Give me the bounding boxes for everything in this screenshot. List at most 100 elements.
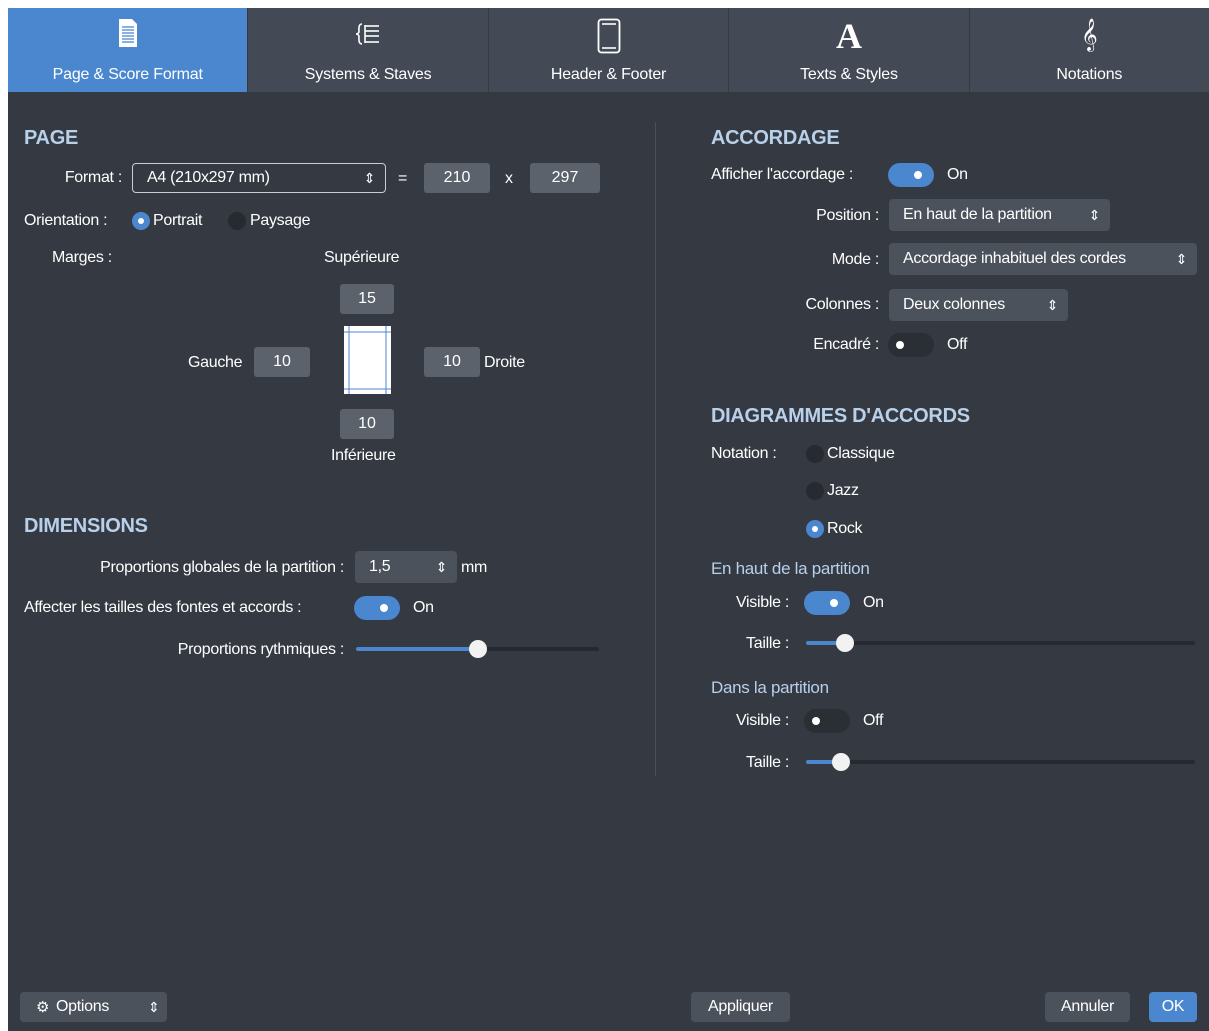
gear-icon: ⚙: [36, 998, 50, 1016]
margins-label: Marges :: [52, 249, 112, 266]
section-title-dimensions: DIMENSIONS: [24, 515, 148, 537]
frame-state: Off: [947, 336, 968, 353]
apply-button[interactable]: Appliquer: [691, 992, 790, 1022]
section-title-page: PAGE: [24, 127, 78, 149]
frame-label: Encadré :: [813, 336, 879, 353]
margin-top-label: Supérieure: [324, 249, 400, 266]
slider-knob[interactable]: [836, 634, 854, 652]
top-size-label: Taille :: [746, 635, 789, 652]
top-visible-state: On: [863, 594, 884, 611]
tab-label: Notations: [1056, 66, 1123, 83]
notation-rock-radio[interactable]: [806, 520, 824, 538]
columns-select[interactable]: Deux colonnes ⇕: [889, 289, 1068, 321]
chevron-updown-icon: ⇕: [435, 559, 448, 575]
tab-texts-styles[interactable]: A Texts & Styles: [729, 8, 970, 92]
page-icon: [118, 18, 138, 53]
tab-label: Systems & Staves: [304, 66, 432, 83]
chevron-updown-icon: ⇕: [363, 170, 376, 186]
notation-label: Notation :: [711, 445, 777, 462]
subsection-top-of-score: En haut de la partition: [711, 559, 870, 578]
section-title-chord-diagrams: DIAGRAMMES D'ACCORDS: [711, 405, 970, 427]
margin-left-field[interactable]: 10: [254, 347, 310, 377]
score-format-dialog: Page & Score Format Systems & Staves Hea…: [8, 8, 1209, 1031]
subsection-in-score: Dans la partition: [711, 678, 829, 697]
treble-clef-icon: 𝄞: [1081, 18, 1098, 51]
notation-jazz-label: Jazz: [827, 482, 859, 499]
top-size-slider[interactable]: [806, 634, 1195, 652]
tab-label: Page & Score Format: [52, 66, 203, 83]
scale-unit: mm: [461, 559, 488, 576]
margin-top-field[interactable]: 15: [340, 284, 394, 314]
columns-value: Deux colonnes: [903, 296, 1005, 313]
rhythm-label: Proportions rythmiques :: [177, 641, 345, 658]
orientation-portrait-radio[interactable]: [132, 212, 150, 230]
chevron-updown-icon: ⇕: [1046, 297, 1059, 313]
tab-page-score-format[interactable]: Page & Score Format: [8, 8, 249, 92]
mode-value: Accordage inhabituel des cordes: [903, 250, 1126, 267]
page-margins-preview-icon: [344, 326, 391, 394]
notation-classic-label: Classique: [827, 445, 895, 462]
mode-select[interactable]: Accordage inhabituel des cordes ⇕: [889, 243, 1197, 275]
equals-sign: =: [398, 170, 408, 187]
page-width-field[interactable]: 210: [424, 163, 490, 193]
margin-right-label: Droite: [484, 354, 525, 371]
orientation-landscape-label: Paysage: [250, 212, 311, 229]
top-visible-toggle[interactable]: [804, 591, 850, 615]
in-visible-label: Visible :: [735, 712, 789, 729]
frame-toggle[interactable]: [888, 333, 934, 357]
chevron-updown-icon: ⇕: [1088, 207, 1101, 223]
cancel-button[interactable]: Annuler: [1045, 992, 1130, 1022]
slider-fill: [356, 647, 478, 651]
header-footer-icon: [597, 18, 621, 59]
show-tuning-label: Afficher l'accordage :: [711, 166, 854, 183]
options-label: Options: [56, 998, 110, 1015]
margin-bottom-field[interactable]: 10: [340, 409, 394, 439]
ok-button[interactable]: OK: [1149, 992, 1197, 1022]
orientation-portrait-label: Portrait: [153, 212, 203, 229]
tab-label: Texts & Styles: [800, 66, 898, 83]
format-select[interactable]: A4 (210x297 mm) ⇕: [132, 163, 386, 193]
tab-header-footer[interactable]: Header & Footer: [489, 8, 730, 92]
notation-classic-radio[interactable]: [806, 445, 824, 463]
affect-fonts-state: On: [413, 599, 434, 616]
show-tuning-toggle[interactable]: [888, 163, 934, 187]
in-size-label: Taille :: [746, 754, 789, 771]
format-label: Format :: [64, 169, 122, 186]
position-label: Position :: [816, 207, 879, 224]
tab-notations[interactable]: 𝄞 Notations: [970, 8, 1209, 92]
page-height-field[interactable]: 297: [530, 163, 600, 193]
systems-icon: [355, 22, 381, 51]
text-style-icon: A: [836, 16, 862, 56]
scale-stepper[interactable]: 1,5 ⇕: [355, 551, 457, 583]
options-button[interactable]: ⚙ Options ⇕: [20, 992, 167, 1022]
position-select[interactable]: En haut de la partition ⇕: [889, 199, 1110, 231]
section-title-accordage: ACCORDAGE: [711, 127, 840, 149]
tab-label: Header & Footer: [550, 66, 667, 83]
mode-label: Mode :: [831, 251, 879, 268]
columns-label: Colonnes :: [805, 296, 880, 313]
in-visible-toggle[interactable]: [804, 709, 850, 733]
margin-right-field[interactable]: 10: [424, 347, 480, 377]
rhythm-slider[interactable]: [356, 640, 599, 658]
chevron-updown-icon: ⇕: [148, 999, 160, 1015]
chevron-updown-icon: ⇕: [1175, 251, 1188, 267]
in-visible-state: Off: [863, 712, 884, 729]
orientation-label: Orientation :: [24, 212, 108, 229]
slider-knob[interactable]: [469, 640, 487, 658]
top-visible-label: Visible :: [735, 594, 789, 611]
orientation-landscape-radio[interactable]: [228, 212, 246, 230]
show-tuning-state: On: [947, 166, 968, 183]
scale-label: Proportions globales de la partition :: [100, 559, 344, 576]
in-size-slider[interactable]: [806, 753, 1195, 771]
affect-fonts-label: Affecter les tailles des fontes et accor…: [24, 599, 302, 616]
position-value: En haut de la partition: [903, 206, 1052, 223]
affect-fonts-toggle[interactable]: [354, 596, 400, 620]
margin-bottom-label: Inférieure: [331, 447, 396, 464]
column-divider: [655, 122, 656, 776]
slider-knob[interactable]: [832, 753, 850, 771]
format-value: A4 (210x297 mm): [147, 169, 270, 186]
notation-jazz-radio[interactable]: [806, 482, 824, 500]
times-sign: x: [505, 170, 513, 187]
tab-systems-staves[interactable]: Systems & Staves: [248, 8, 489, 92]
scale-value: 1,5: [369, 558, 391, 575]
